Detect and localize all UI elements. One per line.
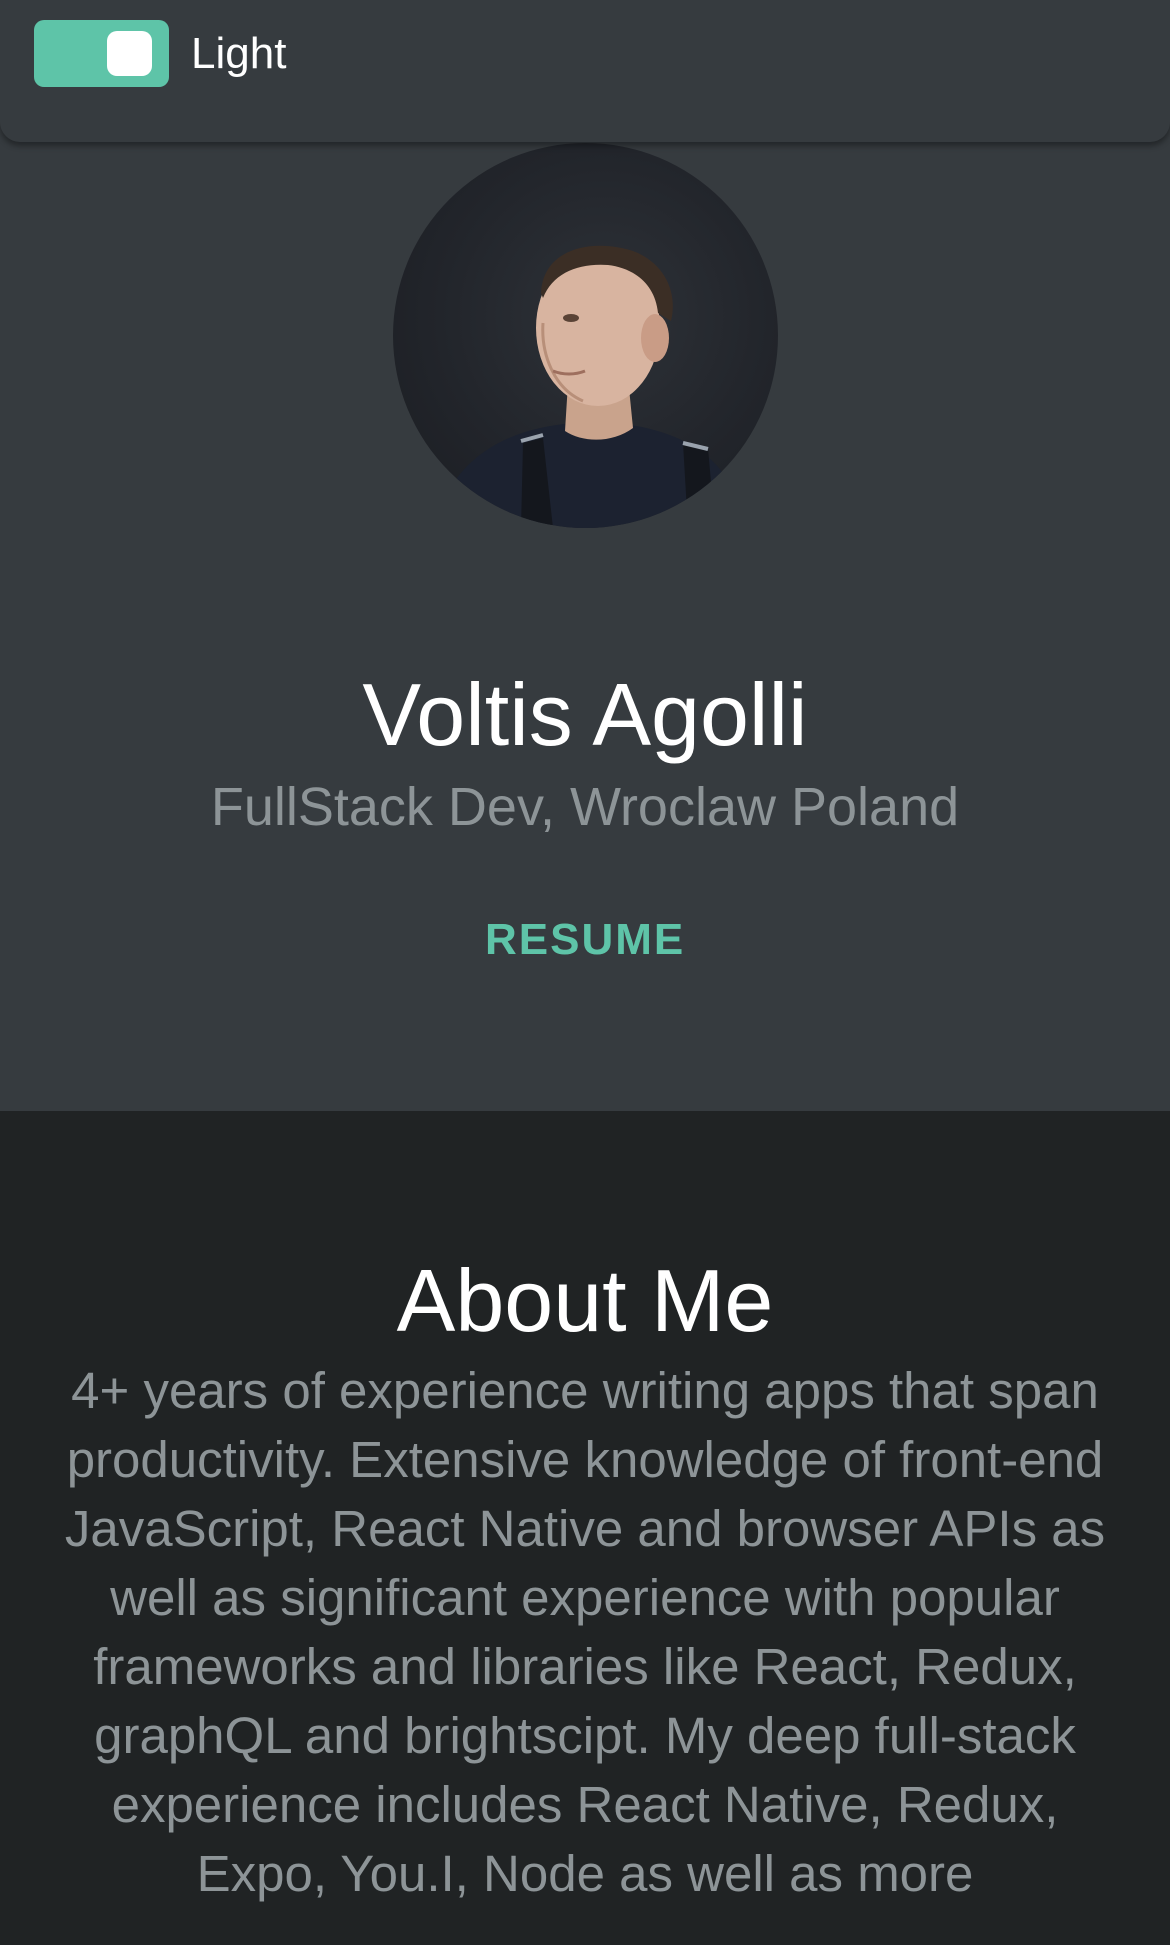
toggle-knob	[107, 31, 152, 76]
profile-name: Voltis Agolli	[362, 665, 808, 764]
top-bar: Light	[0, 0, 1170, 142]
avatar	[393, 143, 778, 528]
theme-toggle-label: Light	[191, 29, 287, 78]
resume-link[interactable]: RESUME	[485, 912, 685, 968]
about-section: About Me 4+ years of experience writing …	[0, 1111, 1170, 1945]
profile-subtitle: FullStack Dev, Wroclaw Poland	[210, 777, 960, 837]
profile-photo	[433, 245, 743, 528]
hero-section: Voltis Agolli FullStack Dev, Wroclaw Pol…	[0, 0, 1170, 1111]
about-text: 4+ years of experience writing apps that…	[64, 1362, 1106, 1902]
about-title: About Me	[396, 1251, 774, 1350]
theme-toggle[interactable]	[34, 20, 169, 87]
page: Voltis Agolli FullStack Dev, Wroclaw Pol…	[0, 0, 1170, 1945]
